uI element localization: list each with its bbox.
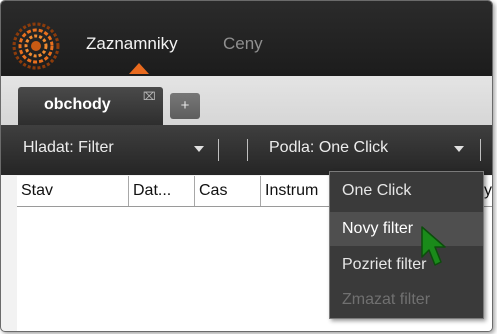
chevron-down-icon: [454, 146, 464, 152]
chevron-down-icon: [194, 146, 204, 152]
search-value: Filter: [78, 139, 114, 156]
tab-label: obchody: [44, 96, 111, 113]
app-window: Zaznamniky Ceny obchody ⌧ + Hladat: Filt…: [0, 0, 493, 332]
top-navigation-bar: Zaznamniky Ceny: [1, 1, 492, 76]
tab-bar: obchody ⌧ +: [1, 76, 492, 125]
toolbar-divider: [480, 139, 481, 161]
sort-by-dropdown[interactable]: Podla: One Click: [263, 134, 471, 162]
menu-item-pozriet-filter[interactable]: Pozriet filter: [330, 248, 483, 282]
add-tab-button[interactable]: +: [170, 93, 200, 119]
dropdown-menu: One Click Novy filter Pozriet filter Zma…: [329, 171, 484, 319]
nav-item-ceny[interactable]: Ceny: [223, 34, 263, 54]
column-header-datum[interactable]: Dat...: [129, 176, 195, 206]
app-logo-icon: [12, 22, 60, 70]
sort-value: One Click: [318, 139, 389, 156]
sort-label: Podla:: [269, 139, 315, 156]
close-icon[interactable]: ⌧: [143, 90, 156, 103]
column-header-cas[interactable]: Cas: [195, 176, 261, 206]
filter-toolbar: Hladat: Filter Podla: One Click: [1, 125, 492, 175]
toolbar-divider: [247, 139, 248, 161]
menu-item-novy-filter[interactable]: Novy filter: [330, 212, 483, 246]
menu-item-zmazat-filter: Zmazat filter: [342, 291, 431, 308]
search-label: Hladat:: [23, 139, 74, 156]
active-nav-indicator-icon: [129, 63, 149, 74]
toolbar-divider: [218, 139, 219, 161]
column-header-stav[interactable]: Stav: [17, 176, 129, 206]
menu-item-one-click[interactable]: One Click: [330, 174, 483, 208]
search-filter-dropdown[interactable]: Hladat: Filter: [17, 134, 209, 162]
tab-obchody[interactable]: obchody ⌧: [18, 87, 163, 125]
pointer-arrow-icon: [421, 226, 446, 266]
nav-item-zaznamniky[interactable]: Zaznamniky: [86, 34, 178, 54]
